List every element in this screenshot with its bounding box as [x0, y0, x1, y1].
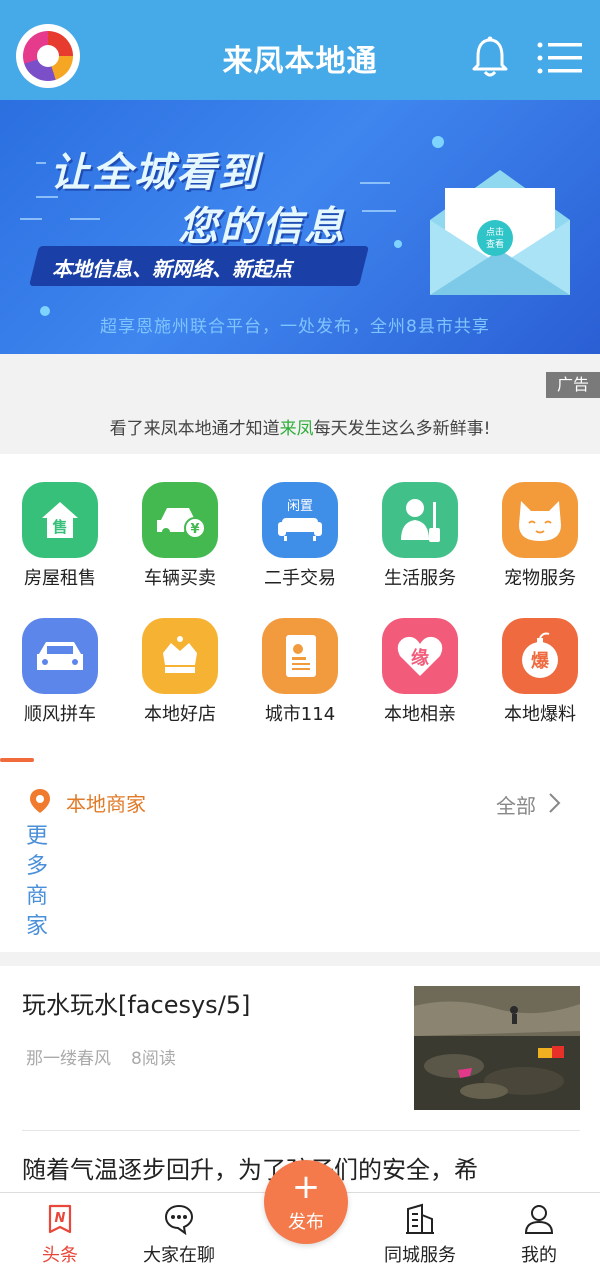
cat-icon — [502, 482, 578, 558]
category-label: 车辆买卖 — [144, 568, 216, 589]
article-title[interactable]: 玩水玩水[facesys/5] — [22, 985, 250, 1020]
svg-text:N: N — [55, 1211, 66, 1226]
more-merchants-link[interactable]: 更多商家 — [26, 822, 52, 942]
chat-bubble-icon — [164, 1204, 194, 1236]
envelope-icon: 点击 查看 — [430, 170, 570, 295]
tab-chat[interactable]: 大家在聊 — [124, 1193, 234, 1270]
category-life-service[interactable]: 生活服务 — [370, 482, 470, 590]
sofa-icon: 闲置 — [262, 482, 338, 558]
article-reads: 8阅读 — [131, 1049, 176, 1069]
article-meta: 那一缕春风 8阅读 — [26, 1044, 176, 1069]
article-title[interactable]: 随着气温逐步回升，为了孩子们的安全，希 — [22, 1150, 478, 1185]
article-separator — [22, 1130, 580, 1131]
app-screen: 来凤本地通 让全城看到 您的信息 本地信息、新网络、新起点 点击 查看 超享恩施… — [0, 0, 600, 1270]
banner-headline-1: 让全城看到 — [50, 150, 260, 196]
category-label: 房屋租售 — [24, 568, 96, 589]
category-secondhand[interactable]: 闲置 二手交易 — [250, 482, 350, 590]
sofa-glyph: 闲置 — [287, 499, 313, 514]
article-thumbnail[interactable] — [414, 986, 580, 1110]
category-dating[interactable]: 缘 本地相亲 — [370, 618, 470, 726]
tab-mine[interactable]: 我的 — [484, 1193, 594, 1270]
tab-city-service[interactable]: 同城服务 — [365, 1193, 475, 1270]
category-label: 本地好店 — [144, 704, 216, 725]
tab-label: 大家在聊 — [143, 1245, 215, 1266]
section-divider — [0, 952, 600, 966]
category-good-shop[interactable]: 本地好店 — [130, 618, 230, 726]
view-all-link[interactable]: 全部 — [496, 790, 536, 819]
ad-badge: 广告 — [546, 372, 600, 398]
house-sale-icon: 售 — [22, 482, 98, 558]
heart-glyph: 缘 — [411, 648, 429, 669]
bomb-glyph: 爆 — [531, 651, 550, 672]
tab-label: 同城服务 — [384, 1245, 456, 1266]
local-merchants-title: 本地商家 — [66, 792, 146, 816]
tab-label: 头条 — [42, 1245, 78, 1266]
bell-icon[interactable] — [470, 36, 510, 78]
category-label: 宠物服务 — [504, 568, 576, 589]
publish-button[interactable]: + 发布 — [264, 1160, 348, 1244]
chevron-right-icon[interactable] — [546, 792, 562, 814]
envelope-text-bottom: 查看 — [486, 238, 504, 250]
category-news-tip[interactable]: 爆 本地爆料 — [490, 618, 590, 726]
category-label: 顺风拼车 — [24, 704, 96, 725]
plus-icon: + — [291, 1167, 321, 1207]
category-house[interactable]: 售 房屋租售 — [10, 482, 110, 590]
notice-text: 看了来凤本地通才知道来凤每天发生这么多新鲜事! — [0, 414, 600, 439]
category-label: 本地爆料 — [504, 704, 576, 725]
top-header: 来凤本地通 — [0, 0, 600, 100]
carpool-icon — [22, 618, 98, 694]
banner-tag: 本地信息、新网络、新起点 — [52, 257, 292, 281]
house-glyph: 售 — [52, 518, 67, 536]
heart-icon: 缘 — [382, 618, 458, 694]
headline-icon: N — [48, 1204, 72, 1234]
phonebook-icon — [262, 618, 338, 694]
banner-headline-2: 您的信息 — [178, 204, 346, 250]
publish-label: 发布 — [288, 1212, 324, 1233]
promo-banner[interactable]: 让全城看到 您的信息 本地信息、新网络、新起点 点击 查看 超享恩施州联合平台，… — [0, 100, 600, 354]
location-pin-icon — [30, 789, 50, 813]
category-label: 本地相亲 — [384, 704, 456, 725]
category-label: 城市114 — [264, 704, 336, 725]
notice-strip: 广告 看了来凤本地通才知道来凤每天发生这么多新鲜事! — [0, 354, 600, 454]
buildings-icon — [406, 1203, 434, 1234]
category-label: 生活服务 — [384, 568, 456, 589]
tab-headline[interactable]: N 头条 — [5, 1193, 115, 1270]
category-pet[interactable]: 宠物服务 — [490, 482, 590, 590]
article-author: 那一缕春风 — [26, 1049, 111, 1069]
app-title: 来凤本地通 — [222, 44, 378, 79]
tab-label: 我的 — [521, 1245, 557, 1266]
category-label: 二手交易 — [264, 568, 336, 589]
menu-icon[interactable] — [536, 40, 584, 76]
crown-icon — [142, 618, 218, 694]
notice-text-before: 看了来凤本地通才知道 — [109, 419, 280, 439]
bomb-icon: 爆 — [502, 618, 578, 694]
category-car[interactable]: ¥ 车辆买卖 — [130, 482, 230, 590]
car-glyph: ¥ — [190, 522, 199, 537]
category-carpool[interactable]: 顺风拼车 — [10, 618, 110, 726]
cleaner-icon — [382, 482, 458, 558]
banner-subtitle: 超享恩施州联合平台，一处发布，全州8县市共享 — [100, 317, 490, 337]
envelope-text-top: 点击 — [486, 226, 504, 238]
car-trade-icon: ¥ — [142, 482, 218, 558]
category-city-114[interactable]: 城市114 — [250, 618, 350, 726]
notice-text-after: 每天发生这么多新鲜事! — [313, 419, 491, 439]
notice-text-highlight: 来凤 — [279, 419, 314, 439]
section-accent-bar — [0, 758, 34, 762]
user-icon — [524, 1205, 554, 1234]
